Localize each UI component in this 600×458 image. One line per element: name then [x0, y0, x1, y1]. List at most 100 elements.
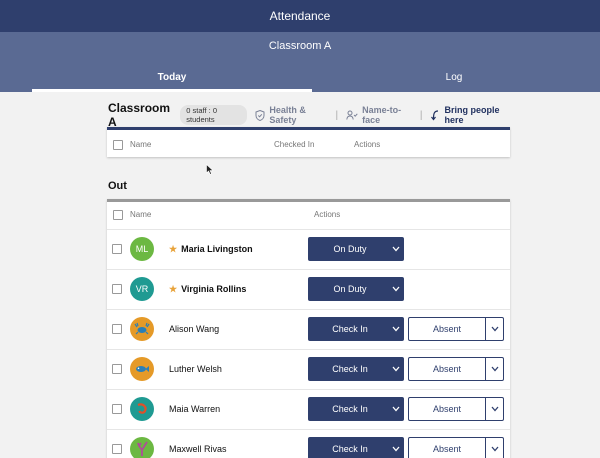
select-all-checkbox[interactable]: [113, 140, 123, 150]
chevron-down-icon[interactable]: [388, 446, 404, 452]
row-checkbox[interactable]: [112, 324, 122, 334]
health-safety-link[interactable]: Health & Safety: [255, 105, 327, 125]
person-name[interactable]: Luther Welsh: [169, 364, 222, 374]
table-row: Alison Wang Check In Absent: [107, 309, 510, 349]
star-icon: ★: [169, 284, 178, 294]
active-tab-indicator: [32, 89, 312, 92]
crab-icon: [134, 322, 150, 336]
section-header: Classroom A 0 staff : 0 students Health …: [108, 101, 512, 129]
app-title: Attendance: [269, 9, 331, 23]
divider: |: [419, 109, 423, 121]
person-name[interactable]: ★ Maria Livingston: [169, 244, 253, 255]
table-row: ML ★ Maria Livingston On Duty: [107, 229, 510, 269]
absent-button[interactable]: Absent: [408, 397, 504, 421]
action-label: On Duty: [333, 284, 367, 294]
row-checkbox[interactable]: [112, 284, 122, 294]
chevron-down-icon[interactable]: [388, 366, 404, 372]
table-header: Name Actions: [107, 202, 510, 228]
absent-label: Absent: [409, 398, 486, 420]
chevron-down-icon[interactable]: [486, 366, 503, 372]
absent-label: Absent: [409, 438, 486, 458]
absent-label: Absent: [409, 358, 486, 380]
table-row: Luther Welsh Check In Absent: [107, 349, 510, 389]
person-name-label: Luther Welsh: [169, 364, 222, 374]
action-label: Check In: [332, 324, 368, 334]
tab-log[interactable]: Log: [312, 72, 596, 92]
divider: |: [335, 109, 339, 121]
shrimp-icon: [135, 402, 149, 416]
classroom-bar: Classroom A Today Log: [0, 32, 600, 92]
avatar: ML: [130, 237, 154, 261]
action-label: Check In: [332, 444, 368, 454]
classroom-name: Classroom A: [268, 40, 332, 52]
on-duty-button[interactable]: On Duty: [308, 237, 404, 261]
person-check-icon: [346, 110, 358, 120]
person-name-label: Maia Warren: [169, 404, 221, 414]
coral-icon: [135, 441, 149, 457]
chevron-down-icon[interactable]: [388, 406, 404, 412]
chevron-down-icon[interactable]: [388, 246, 404, 252]
chevron-down-icon[interactable]: [486, 446, 503, 452]
table-row: Maia Warren Check In Absent: [107, 389, 510, 429]
col-actions: Actions: [354, 140, 381, 149]
avatar: VR: [130, 277, 154, 301]
health-safety-label: Health & Safety: [269, 105, 306, 125]
avatar: [130, 317, 154, 341]
absent-button[interactable]: Absent: [408, 317, 504, 341]
avatar: [130, 357, 154, 381]
chevron-down-icon[interactable]: [388, 326, 404, 332]
section-title: Classroom A: [108, 101, 171, 129]
row-checkbox[interactable]: [112, 444, 122, 454]
table-row: VR ★ Virginia Rollins On Duty: [107, 269, 510, 309]
row-checkbox[interactable]: [112, 404, 122, 414]
name-to-face-link[interactable]: Name-to-face: [346, 105, 412, 125]
avatar-initials: VR: [135, 284, 149, 294]
chevron-down-icon[interactable]: [486, 406, 503, 412]
mouse-cursor-icon: [206, 164, 214, 175]
row-checkbox[interactable]: [112, 244, 122, 254]
check-in-button[interactable]: Check In: [308, 437, 404, 458]
col-name: Name: [130, 210, 152, 219]
chevron-down-icon[interactable]: [388, 286, 404, 292]
chevron-down-icon[interactable]: [486, 326, 503, 332]
absent-button[interactable]: Absent: [408, 357, 504, 381]
check-in-button[interactable]: Check In: [308, 317, 404, 341]
table-header: Name Checked In Actions: [107, 130, 510, 157]
person-name-label: Alison Wang: [169, 324, 220, 334]
out-section-title: Out: [108, 180, 127, 192]
col-name: Name: [130, 140, 152, 149]
col-checked-in: Checked In: [274, 140, 315, 149]
shield-icon: [255, 109, 265, 121]
person-name[interactable]: ★ Virginia Rollins: [169, 284, 246, 295]
avatar: [130, 437, 154, 458]
action-label: Check In: [332, 404, 368, 414]
checked-in-table: Name Checked In Actions: [107, 127, 510, 157]
person-name-label: Maxwell Rivas: [169, 444, 227, 454]
check-in-button[interactable]: Check In: [308, 397, 404, 421]
bring-people-label: Bring people here: [444, 105, 500, 125]
col-actions: Actions: [314, 210, 341, 219]
arrow-in-icon: [430, 109, 440, 121]
avatar: [130, 397, 154, 421]
on-duty-button[interactable]: On Duty: [308, 277, 404, 301]
person-name[interactable]: Maxwell Rivas: [169, 444, 227, 454]
person-name-label: Maria Livingston: [181, 244, 253, 254]
fish-icon: [134, 363, 150, 375]
action-label: Check In: [332, 364, 368, 374]
name-to-face-label: Name-to-face: [362, 105, 402, 125]
person-name[interactable]: Alison Wang: [169, 324, 219, 334]
absent-button[interactable]: Absent: [408, 437, 504, 458]
select-all-checkbox[interactable]: [113, 210, 123, 220]
check-in-button[interactable]: Check In: [308, 357, 404, 381]
star-icon: ★: [169, 244, 178, 254]
row-checkbox[interactable]: [112, 364, 122, 374]
action-label: On Duty: [333, 244, 367, 254]
bring-people-button[interactable]: Bring people here: [430, 105, 512, 125]
table-row: Maxwell Rivas Check In Absent: [107, 429, 510, 458]
app-header: Attendance: [0, 0, 600, 32]
absent-label: Absent: [409, 318, 486, 340]
person-name-label: Virginia Rollins: [181, 284, 247, 294]
count-badge: 0 staff : 0 students: [180, 105, 248, 125]
avatar-initials: ML: [135, 244, 149, 254]
person-name[interactable]: Maia Warren: [169, 404, 220, 414]
